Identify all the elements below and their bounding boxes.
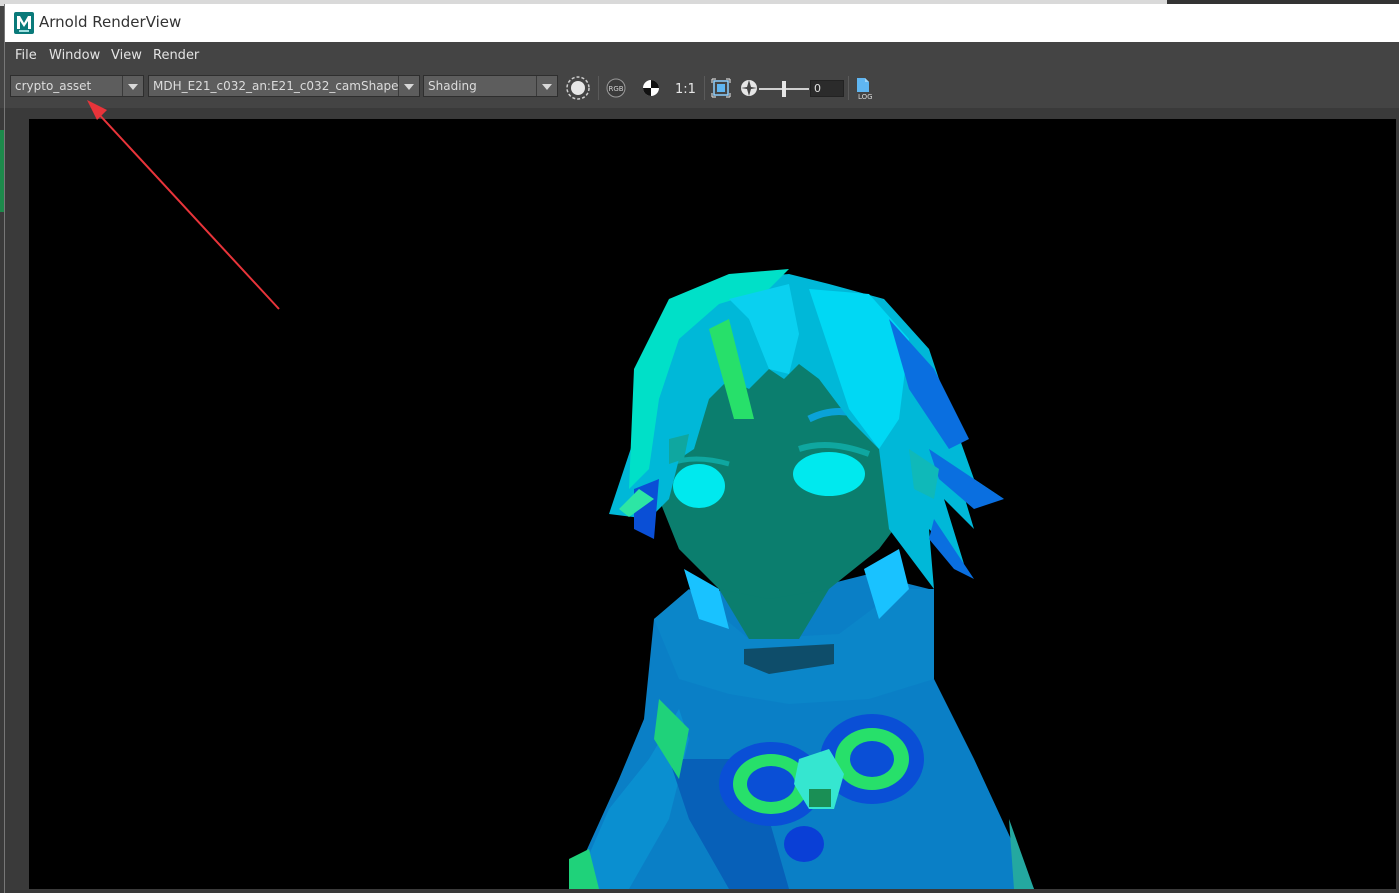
arnold-renderview-window: Arnold RenderView File Window View Rende… <box>4 4 1399 893</box>
annotation-arrow <box>87 100 280 310</box>
